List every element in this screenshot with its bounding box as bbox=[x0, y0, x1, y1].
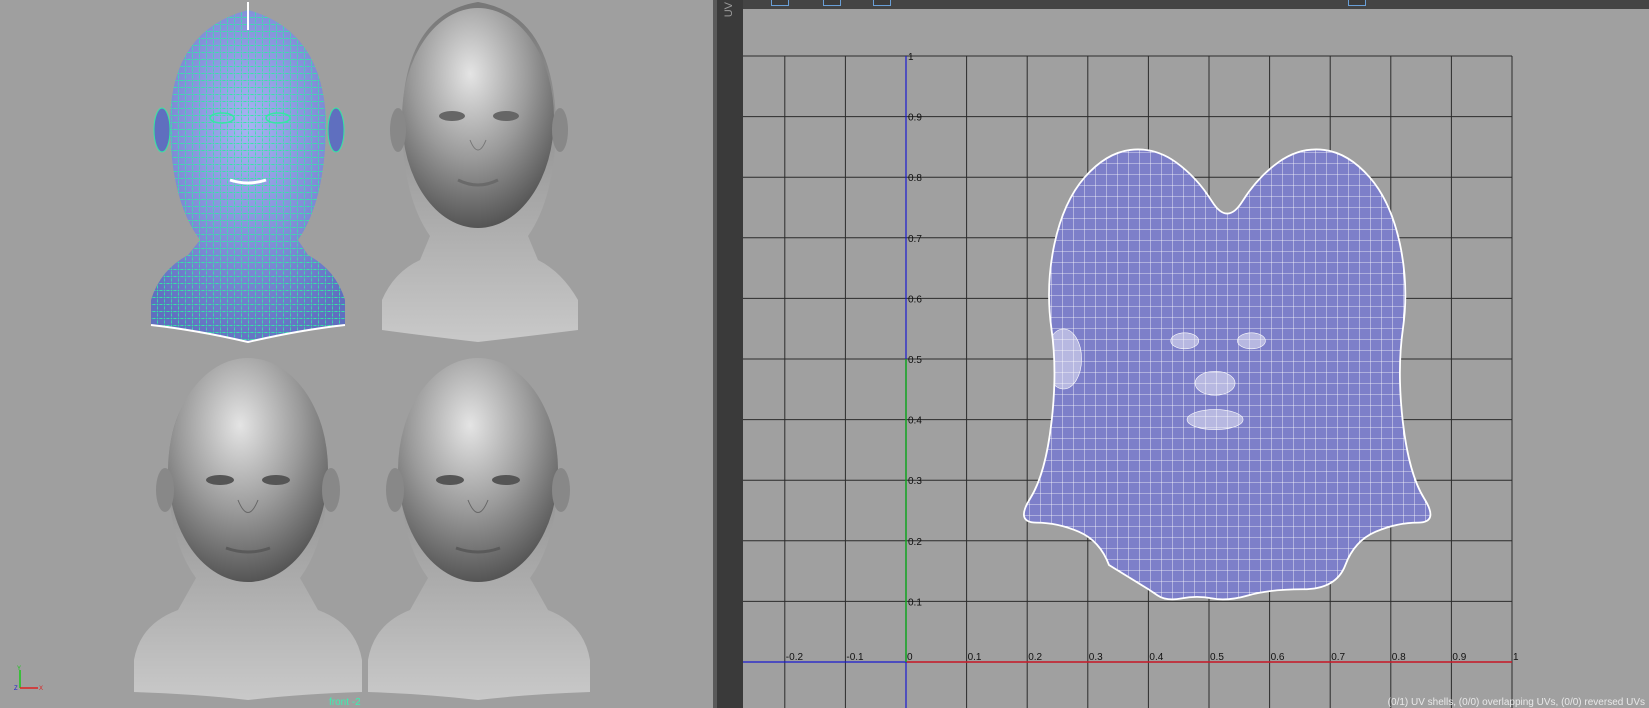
uv-panel-tab[interactable]: UV bbox=[723, 2, 735, 17]
u-tick-label: 0.1 bbox=[968, 652, 982, 663]
female-head-shaded[interactable] bbox=[382, 2, 578, 342]
uv-toolbar bbox=[743, 0, 1649, 9]
uv-dense-region bbox=[1170, 332, 1200, 350]
v-tick-label: 0.5 bbox=[908, 355, 922, 366]
svg-text:Y: Y bbox=[17, 666, 21, 672]
camera-label: front -2 bbox=[329, 697, 361, 708]
v-tick-label: 0.3 bbox=[908, 476, 922, 487]
uv-dense-region bbox=[1237, 332, 1266, 350]
u-tick-label: 0 bbox=[907, 652, 913, 663]
v-tick-label: 0.7 bbox=[908, 234, 922, 245]
u-tick-label: 0.2 bbox=[1028, 652, 1042, 663]
uv-canvas[interactable]: -0.2 -0.1 0 0.1 0.2 0.3 0.4 0.5 0.6 0.7 0.8 0.9 1 0.… bbox=[743, 9, 1649, 708]
toolbar-button[interactable] bbox=[823, 0, 841, 6]
uv-side-strip: UV bbox=[717, 0, 743, 708]
v-tick-label: 0.2 bbox=[908, 537, 922, 548]
v-tick-label: 1 bbox=[908, 52, 914, 63]
v-tick-labels: 0.1 0.2 0.3 0.4 0.5 0.6 0.7 0.8 0.9 1 bbox=[908, 52, 922, 608]
female-head-wireframe[interactable] bbox=[150, 2, 346, 344]
3d-viewport[interactable]: Y Z X front -2 bbox=[0, 0, 713, 708]
u-tick-label: 0.5 bbox=[1210, 652, 1224, 663]
u-tick-label: 0.9 bbox=[1452, 652, 1466, 663]
u-tick-label: 0.8 bbox=[1392, 652, 1406, 663]
toolbar-button[interactable] bbox=[1348, 0, 1366, 6]
viewport-canvas[interactable] bbox=[0, 0, 713, 708]
svg-text:Z: Z bbox=[14, 686, 18, 692]
toolbar-button[interactable] bbox=[771, 0, 789, 6]
uv-dense-region bbox=[1194, 370, 1236, 396]
u-tick-label: 1 bbox=[1513, 652, 1519, 663]
v-tick-label: 0.9 bbox=[908, 113, 922, 124]
u-tick-label: 0.7 bbox=[1331, 652, 1345, 663]
u-tick-label: -0.1 bbox=[846, 652, 864, 663]
male-head-shaded-2[interactable] bbox=[368, 358, 590, 700]
uv-dense-region bbox=[1186, 409, 1244, 430]
toolbar-button[interactable] bbox=[873, 0, 891, 6]
male-head-shaded-1[interactable] bbox=[134, 358, 362, 700]
u-tick-label: 0.4 bbox=[1149, 652, 1163, 663]
v-tick-label: 0.4 bbox=[908, 416, 922, 427]
v-tick-label: 0.6 bbox=[908, 294, 922, 305]
u-tick-label: 0.3 bbox=[1089, 652, 1103, 663]
axis-gizmo-icon: Y Z X bbox=[14, 666, 43, 692]
svg-text:X: X bbox=[39, 686, 43, 692]
v-tick-label: 0.1 bbox=[908, 597, 922, 608]
v-tick-label: 0.8 bbox=[908, 173, 922, 184]
u-tick-label: 0.6 bbox=[1271, 652, 1285, 663]
uv-editor-viewport[interactable]: -0.2 -0.1 0 0.1 0.2 0.3 0.4 0.5 0.6 0.7 0.8 0.9 1 0.… bbox=[743, 9, 1649, 708]
uv-status-text: (0/1) UV shells, (0/0) overlapping UVs, … bbox=[1387, 697, 1645, 708]
u-tick-label: -0.2 bbox=[786, 652, 804, 663]
